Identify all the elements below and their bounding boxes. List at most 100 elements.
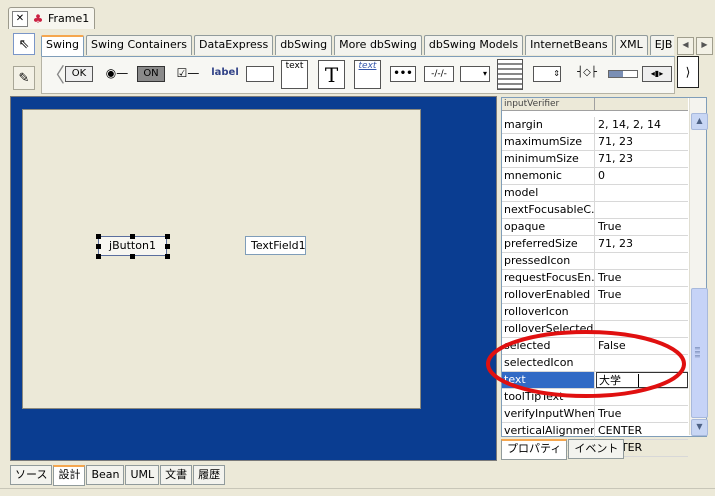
palette-jeditorpane[interactable]: text (354, 60, 381, 89)
jbutton1-component[interactable]: jButton1 (98, 236, 167, 256)
selection-handle[interactable] (130, 254, 135, 259)
property-name: pressedIcon (502, 253, 595, 269)
frame-content-pane[interactable] (22, 109, 421, 409)
property-value[interactable]: True (596, 406, 688, 422)
property-value[interactable]: 71, 23 (596, 236, 688, 252)
property-row[interactable]: nextFocusableC... (502, 202, 688, 219)
property-row[interactable]: minimumSize 71, 23 (502, 151, 688, 168)
view-tab[interactable]: ソース (10, 465, 53, 485)
palette-tab[interactable]: Swing Containers (86, 35, 192, 55)
property-row[interactable]: rolloverIcon (502, 304, 688, 321)
palette-jlabel[interactable]: label (207, 66, 243, 82)
selection-handle[interactable] (96, 254, 101, 259)
palette-tab[interactable]: Swing (41, 35, 84, 56)
inspector-tab[interactable]: イベント (568, 439, 625, 459)
annotation-ellipse (486, 330, 686, 398)
view-tab[interactable]: UML (125, 465, 160, 485)
view-tab[interactable]: 履歴 (193, 465, 226, 485)
palette-tab[interactable]: EJB (649, 35, 674, 55)
property-name: verifyInputWhen... (504, 406, 595, 422)
scroll-down-icon[interactable]: ▼ (691, 419, 708, 436)
status-divider (0, 488, 715, 496)
property-row[interactable]: rolloverEnabled True (502, 287, 688, 304)
view-tab[interactable]: Bean (86, 465, 125, 485)
bean-chooser-button[interactable]: ✎ (13, 66, 35, 90)
property-value[interactable]: 0 (596, 168, 688, 184)
selection-handle[interactable] (96, 234, 101, 239)
property-row[interactable]: mnemonic 0 (502, 168, 688, 185)
selection-handle[interactable] (165, 254, 170, 259)
property-row[interactable]: pressedIcon (502, 253, 688, 270)
property-value-text: CENTER (598, 424, 643, 437)
property-value-text: True (598, 288, 622, 301)
property-value[interactable] (596, 202, 688, 218)
property-name: maximumSize (502, 134, 595, 150)
property-value[interactable]: True (596, 219, 688, 235)
palette-tab[interactable]: XML (614, 35, 648, 55)
palette-jradiobutton[interactable]: ◉— (101, 66, 133, 82)
view-tab[interactable]: 設計 (53, 465, 86, 486)
palette-jlist[interactable] (497, 59, 523, 90)
palette-jpasswordfield[interactable]: ••• (390, 66, 416, 82)
property-value-text: True (598, 220, 622, 233)
scroll-thumb[interactable]: ═ ═ ═ (691, 288, 708, 418)
palette-jtextarea[interactable]: text (281, 60, 308, 89)
palette-scroll-right-icon[interactable]: ⟩ (677, 56, 699, 88)
palette-jcombobox[interactable]: ▾ (460, 66, 490, 82)
palette-jscrollbar[interactable]: ◂▮▸ (642, 66, 672, 82)
palette-tab[interactable]: dbSwing (275, 35, 333, 55)
palette-jcheckbox[interactable]: ☑— (174, 66, 202, 82)
palette-jtogglebutton[interactable]: ON (137, 66, 165, 82)
palette-scroll-left-icon[interactable]: 〈 (45, 60, 65, 90)
selection-handle[interactable] (165, 234, 170, 239)
property-row[interactable]: model (502, 185, 688, 202)
tab-scroll-right-icon[interactable]: ▶ (696, 37, 713, 55)
palette-jbutton[interactable]: OK (65, 66, 93, 82)
property-row[interactable]: maximumSize 71, 23 (502, 134, 688, 151)
property-name: nextFocusableC... (504, 202, 595, 218)
palette-tab[interactable]: dbSwing Models (423, 35, 524, 55)
property-row[interactable]: preferredSize 71, 23 (502, 236, 688, 253)
palette-tab[interactable]: DataExpress (193, 35, 274, 55)
property-value[interactable] (596, 253, 688, 269)
property-value[interactable]: True (596, 270, 688, 286)
document-tab-frame1[interactable]: ✕ ♣ Frame1 (8, 7, 95, 29)
inspector-tabs: プロパティ イベント (501, 439, 625, 460)
selection-handle[interactable] (96, 244, 101, 249)
inspector-tab[interactable]: プロパティ (501, 439, 568, 460)
property-row[interactable]: margin 2, 14, 2, 14 (502, 117, 688, 134)
close-icon[interactable]: ✕ (12, 10, 28, 27)
palette-jspinner[interactable]: ⇕ (533, 66, 561, 82)
partial-property-name: inputVerifier (502, 98, 595, 111)
property-value[interactable] (596, 304, 688, 320)
property-value[interactable] (596, 185, 688, 201)
selection-tool-button[interactable]: ⇖ (13, 33, 35, 55)
property-row[interactable]: opaque True (502, 219, 688, 236)
property-value[interactable]: 2, 14, 2, 14 (596, 117, 688, 133)
view-tab[interactable]: 文書 (160, 465, 193, 485)
property-row[interactable]: verifyInputWhen...True (502, 406, 688, 423)
frame-bean-icon: ♣ (32, 11, 44, 26)
inspector-scrollbar[interactable]: ▲ ═ ═ ═ ▼ (689, 98, 708, 436)
property-value[interactable]: CENTER (596, 423, 688, 439)
textfield1-component[interactable]: TextField1 (245, 236, 306, 255)
property-name: model (502, 185, 595, 201)
property-row[interactable]: requestFocusEn... True (502, 270, 688, 287)
property-row[interactable]: verticalAlignment CENTER (502, 423, 688, 440)
property-value[interactable]: True (596, 287, 688, 303)
property-value[interactable]: 71, 23 (596, 134, 688, 150)
property-value[interactable]: 71, 23 (596, 151, 688, 167)
palette-jslider[interactable]: ┤◇├ (569, 66, 605, 82)
palette-jtextfield[interactable] (246, 66, 274, 82)
property-rows: margin 2, 14, 2, 14 maximumSize 71, 23 minim… (502, 117, 688, 457)
palette-tab-scroll: ◀ ▶ (677, 37, 713, 55)
palette-jprogressbar[interactable] (608, 70, 638, 78)
palette-tab[interactable]: More dbSwing (334, 35, 422, 55)
palette-jformattedtextfield[interactable]: -/-/- (424, 66, 454, 82)
tab-scroll-left-icon[interactable]: ◀ (677, 37, 694, 55)
selection-handle[interactable] (130, 234, 135, 239)
palette-jtextpane[interactable]: T (318, 60, 345, 89)
scroll-up-icon[interactable]: ▲ (691, 113, 708, 130)
selection-handle[interactable] (165, 244, 170, 249)
palette-tab[interactable]: InternetBeans (525, 35, 613, 55)
